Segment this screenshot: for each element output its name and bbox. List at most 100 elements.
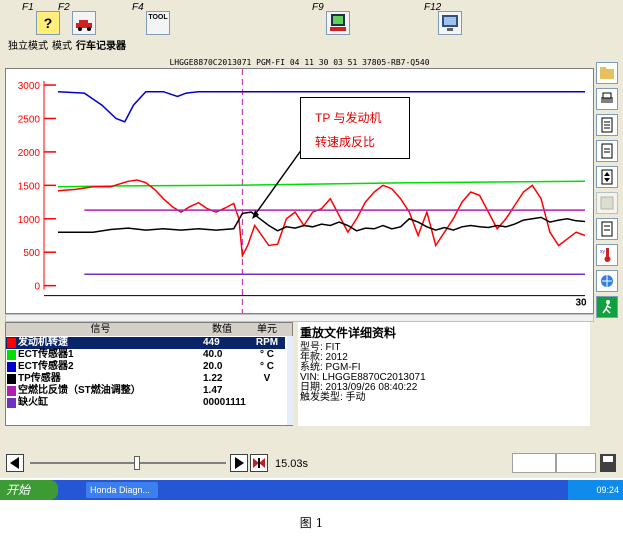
table-row[interactable]: 空燃比反馈（ST燃油调整） 1.47 bbox=[6, 385, 285, 397]
series-line-4 bbox=[58, 211, 586, 233]
signal-name: 发动机转速 bbox=[18, 337, 68, 348]
svg-text:xy: xy bbox=[600, 249, 606, 255]
playback-slider[interactable] bbox=[30, 456, 226, 470]
signal-value: 20.0 bbox=[203, 361, 223, 372]
f9-record-button[interactable]: F9 bbox=[312, 3, 356, 37]
function-toolbar: F1 ? F2 F4 TOOL F9 F12 bbox=[0, 0, 623, 40]
signal-name: ECT传感器1 bbox=[18, 349, 74, 360]
signal-table: 信号 数值 单元 发动机转速 449 RPM ECT传感器1 40.0 ° C ECT传感器… bbox=[5, 322, 293, 426]
f4-label: F4 bbox=[132, 2, 144, 13]
series-line-3 bbox=[57, 179, 586, 259]
mode-menubar: 独立模式 模式 行车记录器 bbox=[0, 40, 623, 54]
y-tick-label: 2500 bbox=[18, 114, 41, 125]
replay-detail-panel: 重放文件详细资料 型号: FIT 年款: 2012 系统: PGM-FI VIN… bbox=[298, 322, 590, 426]
annotation-box: TP 与发动机 转速成反比 bbox=[300, 97, 410, 159]
signal-value: 00001111 bbox=[203, 397, 246, 408]
play-button[interactable] bbox=[230, 454, 248, 472]
print-icon[interactable] bbox=[596, 88, 618, 110]
signal-color-swatch bbox=[7, 338, 16, 348]
menu-mode[interactable]: 模式 bbox=[52, 41, 72, 52]
table-row[interactable]: ECT传感器2 20.0 ° C bbox=[6, 361, 285, 373]
save-icon[interactable] bbox=[600, 454, 616, 472]
signal-name: TP传感器 bbox=[18, 373, 61, 384]
car-icon bbox=[72, 11, 96, 35]
signal-list-icon[interactable] bbox=[596, 114, 618, 136]
playback-time: 15.03s bbox=[275, 458, 309, 470]
y-tick-label: 1000 bbox=[18, 215, 41, 226]
playback-field-2 bbox=[556, 453, 596, 473]
thermometer-icon[interactable]: xy bbox=[596, 244, 618, 266]
f12-screen-button[interactable]: F12 bbox=[424, 3, 468, 37]
menu-drive-recorder[interactable]: 行车记录器 bbox=[76, 41, 126, 52]
tray-clock: 09:24 bbox=[596, 485, 619, 495]
rewind-button[interactable] bbox=[6, 454, 24, 472]
figure-caption: 图 1 bbox=[299, 516, 324, 530]
zoom-vertical-icon[interactable] bbox=[596, 166, 618, 188]
signal-value: 449 bbox=[203, 337, 220, 348]
open-folder-icon[interactable] bbox=[596, 62, 618, 84]
document-icon[interactable] bbox=[596, 140, 618, 162]
y-tick-label: 2000 bbox=[18, 148, 41, 159]
windows-taskbar: 开始 Honda Diagn... 09:24 bbox=[0, 480, 623, 500]
y-tick-label: 1500 bbox=[18, 181, 41, 192]
data-chart[interactable]: 0 500 1000 1500 2000 2500 3000 30 TP 与发动机 转速成反比 bbox=[5, 68, 594, 314]
taskbar-honda-diag[interactable]: Honda Diagn... bbox=[86, 482, 158, 498]
menu-standalone-mode[interactable]: 独立模式 bbox=[8, 41, 48, 52]
table-row[interactable]: 发动机转速 449 RPM bbox=[6, 337, 285, 349]
signal-color-swatch bbox=[7, 374, 16, 384]
series-line-2 bbox=[57, 180, 586, 188]
play-backward-icon bbox=[10, 457, 19, 469]
start-label: 开始 bbox=[6, 483, 31, 497]
slider-thumb[interactable] bbox=[134, 456, 140, 470]
settings-list-icon[interactable] bbox=[596, 218, 618, 240]
detail-trigger: 触发类型: 手动 bbox=[300, 392, 366, 403]
chart-horizontal-scrollbar[interactable] bbox=[5, 314, 594, 322]
signal-color-swatch bbox=[7, 398, 16, 408]
signal-unit: V bbox=[263, 373, 271, 384]
tool-icon: TOOL bbox=[146, 11, 170, 35]
stop-button[interactable] bbox=[250, 454, 268, 472]
grid-icon[interactable] bbox=[596, 192, 618, 214]
signal-unit: RPM bbox=[255, 337, 279, 348]
signal-unit: ° C bbox=[260, 361, 274, 372]
y-tick-label: 3000 bbox=[18, 81, 41, 92]
y-tick-label: 500 bbox=[23, 248, 40, 259]
exit-icon[interactable] bbox=[596, 296, 618, 318]
signal-name: 空燃比反馈（ST燃油调整） bbox=[18, 385, 141, 396]
signal-value: 1.47 bbox=[203, 385, 223, 396]
f2-label: F2 bbox=[58, 2, 70, 13]
signal-color-swatch bbox=[7, 350, 16, 360]
f4-tool-button[interactable]: F4 TOOL bbox=[132, 3, 176, 37]
signal-value: 40.0 bbox=[203, 349, 223, 360]
globe-icon[interactable] bbox=[596, 270, 618, 292]
header-signal: 信号 bbox=[90, 324, 111, 335]
annotation-line-1: TP 与发动机 bbox=[315, 111, 382, 125]
table-row[interactable]: 缺火缸 00001111 bbox=[6, 397, 285, 409]
app-window: F1 ? F2 F4 TOOL F9 F12 独立模式 模式 行车记录器 LHG… bbox=[0, 0, 623, 478]
f2-car-button[interactable]: F2 bbox=[58, 3, 102, 37]
header-value: 数值 bbox=[212, 324, 232, 335]
screen-icon bbox=[438, 11, 462, 35]
start-button[interactable]: 开始 bbox=[0, 480, 58, 500]
header-unit: 单元 bbox=[257, 324, 277, 335]
signal-value: 1.22 bbox=[203, 373, 223, 384]
signal-unit: ° C bbox=[260, 349, 274, 360]
right-toolbar: xy bbox=[596, 58, 620, 318]
system-tray: 09:24 bbox=[568, 480, 623, 500]
chart-header: LHGGE8870C2013071 PGM-FI 04 11 30 03 51 … bbox=[5, 58, 594, 68]
signal-name: ECT传感器2 bbox=[18, 361, 74, 372]
annotation-pointer bbox=[253, 148, 303, 217]
y-tick-label: 0 bbox=[34, 282, 40, 293]
table-row[interactable]: ECT传感器1 40.0 ° C bbox=[6, 349, 285, 361]
table-vertical-scrollbar[interactable] bbox=[287, 336, 293, 425]
detail-title: 重放文件详细资料 bbox=[300, 326, 397, 340]
record-icon bbox=[326, 11, 350, 35]
play-forward-icon bbox=[235, 457, 244, 469]
playback-field-1 bbox=[512, 453, 556, 473]
table-row[interactable]: TP传感器 1.22 V bbox=[6, 373, 285, 385]
annotation-line-2: 转速成反比 bbox=[315, 135, 376, 149]
f1-label: F1 bbox=[22, 2, 34, 13]
signal-table-header: 信号 数值 单元 bbox=[6, 323, 292, 336]
playback-bar: 15.03s bbox=[0, 448, 623, 478]
signal-name: 缺火缸 bbox=[18, 397, 48, 408]
